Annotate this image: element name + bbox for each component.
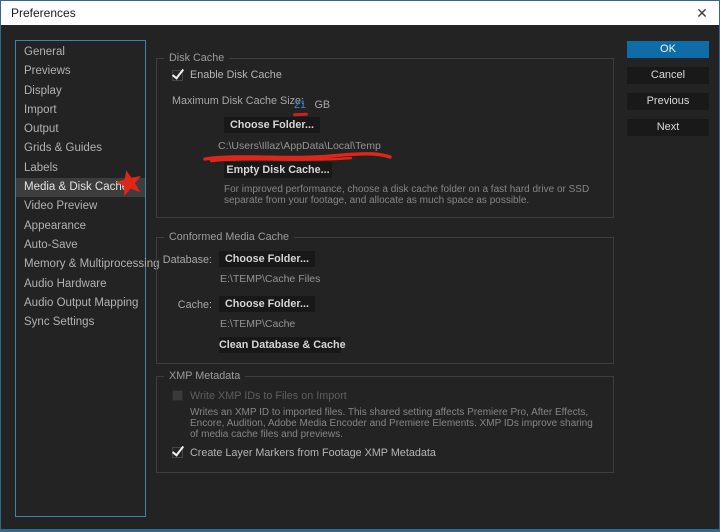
- create-layer-markers-checkbox[interactable]: [172, 447, 183, 458]
- xmp-metadata-group: XMP Metadata Write XMP IDs to Files on I…: [156, 376, 614, 473]
- dialog-title: Preferences: [11, 1, 76, 25]
- clean-database-cache-button[interactable]: Clean Database & Cache: [219, 337, 341, 353]
- max-disk-cache-size-unit: GB: [314, 99, 330, 111]
- cache-path: E:\TEMP\Cache: [220, 318, 295, 330]
- max-disk-cache-size-value[interactable]: 21: [294, 99, 306, 111]
- sidebar-item-general[interactable]: General: [16, 43, 145, 62]
- sidebar-item-import[interactable]: Import: [16, 101, 145, 120]
- sidebar-item-display[interactable]: Display: [16, 82, 145, 101]
- sidebar-item-sync-settings[interactable]: Sync Settings: [16, 313, 145, 332]
- conformed-media-cache-group: Conformed Media Cache Database: Choose F…: [156, 237, 614, 364]
- sidebar-item-memory-multiprocessing[interactable]: Memory & Multiprocessing: [16, 255, 145, 274]
- sidebar-item-audio-hardware[interactable]: Audio Hardware: [16, 275, 145, 294]
- sidebar-item-appearance[interactable]: Appearance: [16, 217, 145, 236]
- category-list: General Previews Display Import Output G…: [15, 40, 146, 517]
- database-choose-folder-button[interactable]: Choose Folder...: [219, 251, 315, 267]
- sidebar-item-audio-output-mapping[interactable]: Audio Output Mapping: [16, 294, 145, 313]
- sidebar-item-media-disk-cache[interactable]: Media & Disk Cache: [16, 178, 145, 197]
- create-layer-markers-label: Create Layer Markers from Footage XMP Me…: [190, 447, 436, 459]
- next-button[interactable]: Next: [627, 119, 709, 136]
- cache-label: Cache:: [157, 299, 212, 311]
- disk-cache-folder-path: C:\Users\Illaz\AppData\Local\Temp: [218, 140, 381, 152]
- disk-cache-group: Disk Cache Enable Disk Cache Maximum Dis…: [156, 58, 614, 218]
- write-xmp-ids-label: Write XMP IDs to Files on Import: [190, 390, 347, 402]
- max-disk-cache-size-label: Maximum Disk Cache Size:: [172, 95, 304, 107]
- database-label: Database:: [157, 254, 212, 266]
- conformed-media-cache-group-title: Conformed Media Cache: [164, 231, 294, 243]
- preferences-dialog: Preferences ✕ General Previews Display I…: [0, 0, 720, 532]
- xmp-description: Writes an XMP ID to imported files. This…: [190, 408, 598, 440]
- empty-disk-cache-button[interactable]: Empty Disk Cache...: [224, 162, 332, 178]
- cache-choose-folder-button[interactable]: Choose Folder...: [219, 296, 315, 312]
- previous-button[interactable]: Previous: [627, 93, 709, 110]
- sidebar-item-video-preview[interactable]: Video Preview: [16, 197, 145, 216]
- disk-cache-description: For improved performance, choose a disk …: [224, 185, 622, 207]
- close-icon[interactable]: ✕: [691, 3, 713, 23]
- cancel-button[interactable]: Cancel: [627, 67, 709, 84]
- xmp-metadata-group-title: XMP Metadata: [164, 370, 245, 382]
- sidebar-item-auto-save[interactable]: Auto-Save: [16, 236, 145, 255]
- sidebar-item-grids-guides[interactable]: Grids & Guides: [16, 139, 145, 158]
- sidebar-item-output[interactable]: Output: [16, 120, 145, 139]
- ok-button[interactable]: OK: [627, 41, 709, 58]
- disk-cache-choose-folder-button[interactable]: Choose Folder...: [224, 117, 320, 133]
- enable-disk-cache-checkbox[interactable]: [172, 70, 183, 81]
- database-path: E:\TEMP\Cache Files: [220, 273, 320, 285]
- sidebar-item-labels[interactable]: Labels: [16, 159, 145, 178]
- write-xmp-ids-checkbox[interactable]: [172, 390, 183, 401]
- title-bar: Preferences ✕: [1, 1, 719, 25]
- annotation-underline-value: [293, 113, 308, 117]
- sidebar-item-previews[interactable]: Previews: [16, 62, 145, 81]
- enable-disk-cache-label: Enable Disk Cache: [190, 69, 282, 81]
- disk-cache-group-title: Disk Cache: [164, 52, 229, 64]
